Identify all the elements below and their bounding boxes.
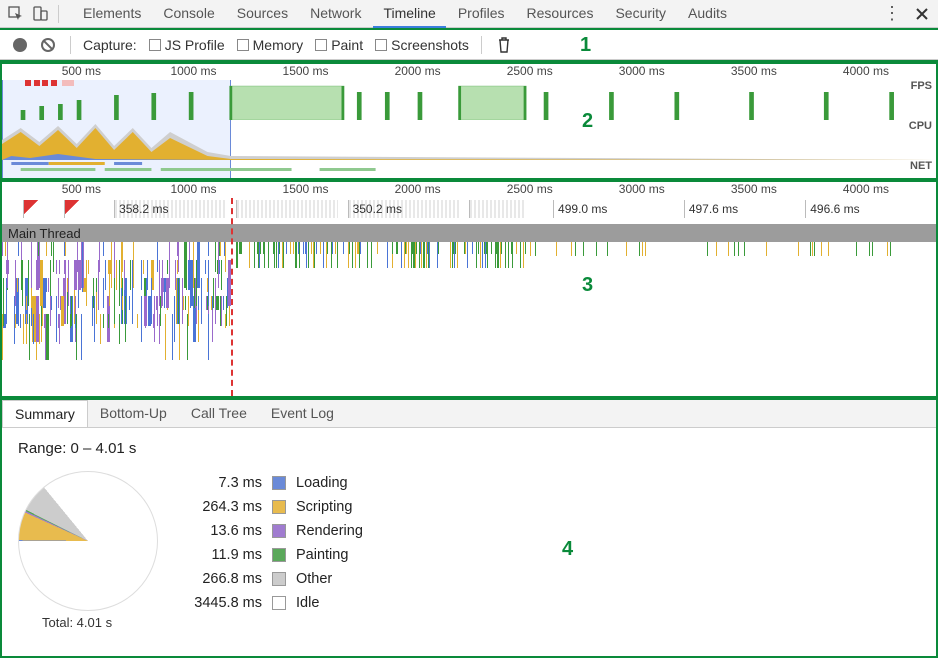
legend-row-idle: 3445.8 msIdle: [182, 591, 363, 615]
ruler-tick: 2000 ms: [395, 64, 441, 78]
frame-segment[interactable]: [64, 200, 87, 218]
ruler-tick: 1000 ms: [170, 182, 216, 196]
capture-option-paint[interactable]: Paint: [315, 37, 363, 53]
frame-segment[interactable]: 497.6 ms: [684, 200, 787, 218]
ruler-tick: 500 ms: [62, 182, 101, 196]
panel-tab-network[interactable]: Network: [300, 0, 371, 28]
capture-controls-region: Capture: JS Profile Memory Paint Screenshot…: [0, 28, 938, 62]
flame-chart-pane[interactable]: 500 ms 1000 ms 1500 ms 2000 ms 2500 ms 3000 m…: [0, 180, 938, 398]
panel-tab-security[interactable]: Security: [605, 0, 676, 28]
frames-row: 358.2 ms 350.2 ms 499.0 ms 497.6 ms 496.6 ms: [2, 200, 936, 220]
panel-tab-audits[interactable]: Audits: [678, 0, 737, 28]
ruler-tick: 2500 ms: [507, 182, 553, 196]
net-lane-label: NET: [910, 160, 932, 172]
total-text: Total: 4.01 s: [42, 615, 158, 630]
close-icon[interactable]: [912, 4, 932, 24]
clear-recording-icon[interactable]: [38, 35, 58, 55]
device-mode-icon[interactable]: [30, 4, 50, 24]
frame-segment[interactable]: [469, 200, 525, 218]
ruler-tick: 4000 ms: [843, 182, 889, 196]
flame-ruler: 500 ms 1000 ms 1500 ms 2000 ms 2500 ms 3000 m…: [2, 182, 936, 198]
main-thread-header[interactable]: Main Thread: [2, 224, 936, 242]
capture-option-screenshots[interactable]: Screenshots: [375, 37, 469, 53]
details-tabs: SummaryBottom-UpCall TreeEvent Log: [2, 400, 936, 428]
ruler-tick: 1500 ms: [283, 64, 329, 78]
details-pane: SummaryBottom-UpCall TreeEvent Log Range…: [0, 398, 938, 658]
ruler-tick: 3000 ms: [619, 64, 665, 78]
frame-segment[interactable]: 496.6 ms: [805, 200, 908, 218]
frame-segment[interactable]: 350.2 ms: [348, 200, 460, 218]
summary-pie-chart: [18, 471, 158, 611]
ruler-tick: 1000 ms: [170, 64, 216, 78]
kebab-menu-icon[interactable]: ⋮: [882, 4, 902, 24]
fps-lane-label: FPS: [911, 80, 932, 92]
ruler-tick: 2000 ms: [395, 182, 441, 196]
ruler-tick: 2500 ms: [507, 64, 553, 78]
record-button-icon[interactable]: [10, 35, 30, 55]
ruler-tick: 4000 ms: [843, 64, 889, 78]
frame-segment[interactable]: [236, 200, 339, 218]
ruler-tick: 3500 ms: [731, 182, 777, 196]
panel-tab-sources[interactable]: Sources: [227, 0, 298, 28]
ruler-tick: 1500 ms: [283, 182, 329, 196]
summary-body: Range: 0 – 4.01 s Total: 4.01 s 7.3 msLo…: [2, 428, 936, 656]
cpu-lane: CPU: [2, 120, 936, 160]
legend-row-scripting: 264.3 msScripting: [182, 495, 363, 519]
ruler-tick: 3000 ms: [619, 182, 665, 196]
details-tab-call-tree[interactable]: Call Tree: [179, 400, 259, 427]
cpu-lane-label: CPU: [909, 120, 932, 132]
legend-row-painting: 11.9 msPainting: [182, 543, 363, 567]
garbage-collect-icon[interactable]: [494, 35, 514, 55]
frame-segment[interactable]: 358.2 ms: [114, 200, 226, 218]
panel-tab-timeline[interactable]: Timeline: [373, 0, 445, 28]
net-lane: NET: [2, 160, 936, 178]
legend-row-other: 266.8 msOther: [182, 567, 363, 591]
overview-ruler: 500 ms 1000 ms 1500 ms 2000 ms 2500 ms 3000 m…: [2, 64, 936, 80]
panel-tab-profiles[interactable]: Profiles: [448, 0, 515, 28]
fps-lane: FPS: [2, 80, 936, 120]
details-tab-summary[interactable]: Summary: [2, 400, 88, 427]
panel-tab-resources[interactable]: Resources: [517, 0, 604, 28]
panel-tab-elements[interactable]: Elements: [73, 0, 151, 28]
devtools-tabbar: ElementsConsoleSourcesNetworkTimelinePro…: [0, 0, 938, 28]
capture-option-memory[interactable]: Memory: [237, 37, 304, 53]
capture-controls: Capture: JS Profile Memory Paint Screenshot…: [0, 30, 938, 60]
legend-row-loading: 7.3 msLoading: [182, 471, 363, 495]
overview-pane[interactable]: 500 ms 1000 ms 1500 ms 2000 ms 2500 ms 3000 m…: [0, 62, 938, 180]
legend-row-rendering: 13.6 msRendering: [182, 519, 363, 543]
details-tab-event-log[interactable]: Event Log: [259, 400, 346, 427]
inspect-element-icon[interactable]: [6, 4, 26, 24]
capture-option-js-profile[interactable]: JS Profile: [149, 37, 225, 53]
frame-segment[interactable]: [23, 200, 46, 218]
capture-label: Capture:: [83, 37, 137, 53]
panel-tab-console[interactable]: Console: [153, 0, 224, 28]
frame-segment[interactable]: 499.0 ms: [553, 200, 665, 218]
flame-tracks[interactable]: [2, 242, 936, 396]
details-tab-bottom-up[interactable]: Bottom-Up: [88, 400, 179, 427]
ruler-tick: 3500 ms: [731, 64, 777, 78]
ruler-tick: 500 ms: [62, 64, 101, 78]
panel-tabs: ElementsConsoleSourcesNetworkTimelinePro…: [73, 0, 878, 28]
range-text: Range: 0 – 4.01 s: [18, 440, 920, 457]
summary-legend: 7.3 msLoading264.3 msScripting13.6 msRen…: [182, 471, 363, 615]
